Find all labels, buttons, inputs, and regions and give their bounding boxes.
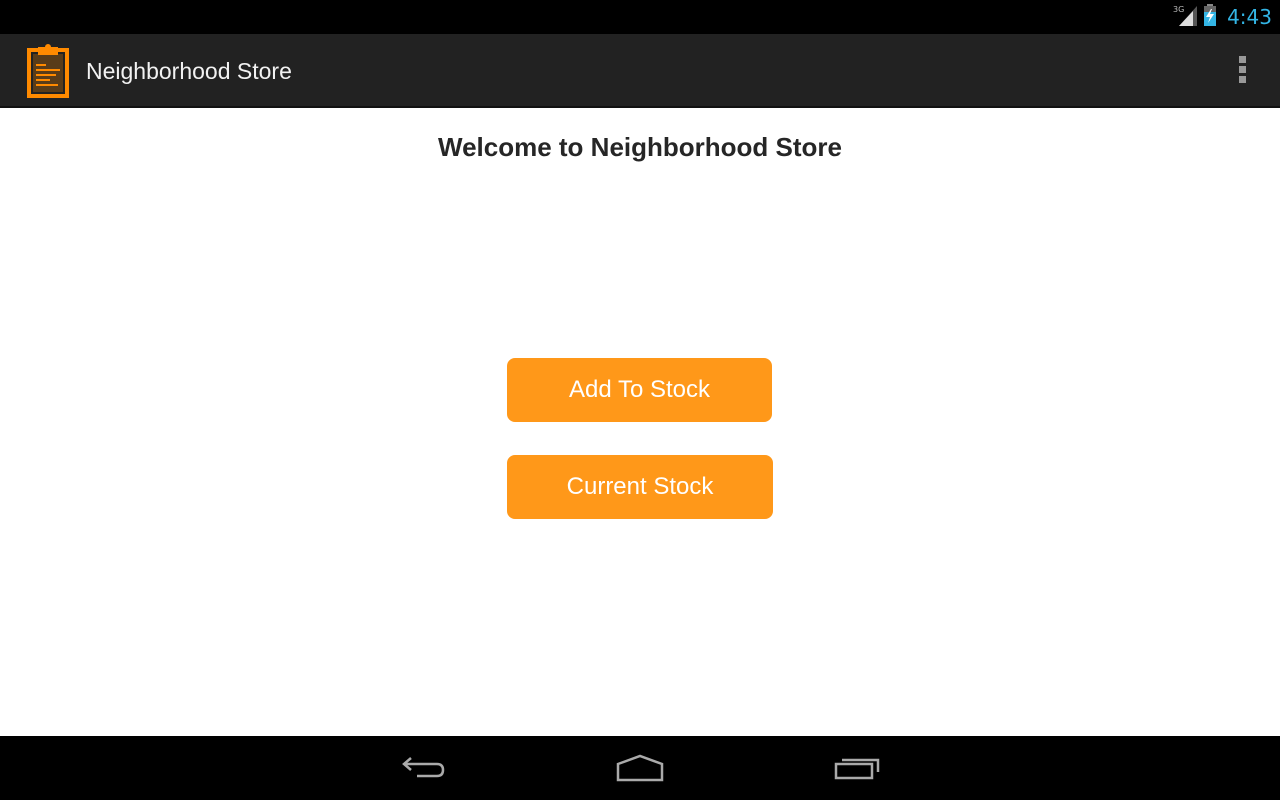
status-icons: 3G 4:43 [1173, 0, 1272, 34]
main-content: Welcome to Neighborhood Store Add To Sto… [0, 108, 1280, 736]
welcome-heading: Welcome to Neighborhood Store [438, 132, 842, 162]
status-bar: 3G 4:43 [0, 0, 1280, 34]
svg-text:3G: 3G [1173, 5, 1184, 14]
add-to-stock-button[interactable]: Add To Stock [507, 358, 772, 422]
home-icon[interactable] [600, 748, 680, 788]
back-icon[interactable] [384, 748, 464, 788]
action-bar: Neighborhood Store [0, 34, 1280, 108]
overflow-menu-icon[interactable] [1234, 56, 1250, 86]
clock: 4:43 [1227, 5, 1272, 29]
signal-3g-icon: 3G [1173, 4, 1198, 31]
clipboard-icon [26, 44, 70, 98]
current-stock-button[interactable]: Current Stock [507, 455, 773, 519]
battery-charging-icon [1203, 3, 1217, 31]
app-title: Neighborhood Store [86, 58, 292, 84]
recent-apps-icon[interactable] [818, 748, 898, 788]
navigation-bar [0, 736, 1280, 800]
